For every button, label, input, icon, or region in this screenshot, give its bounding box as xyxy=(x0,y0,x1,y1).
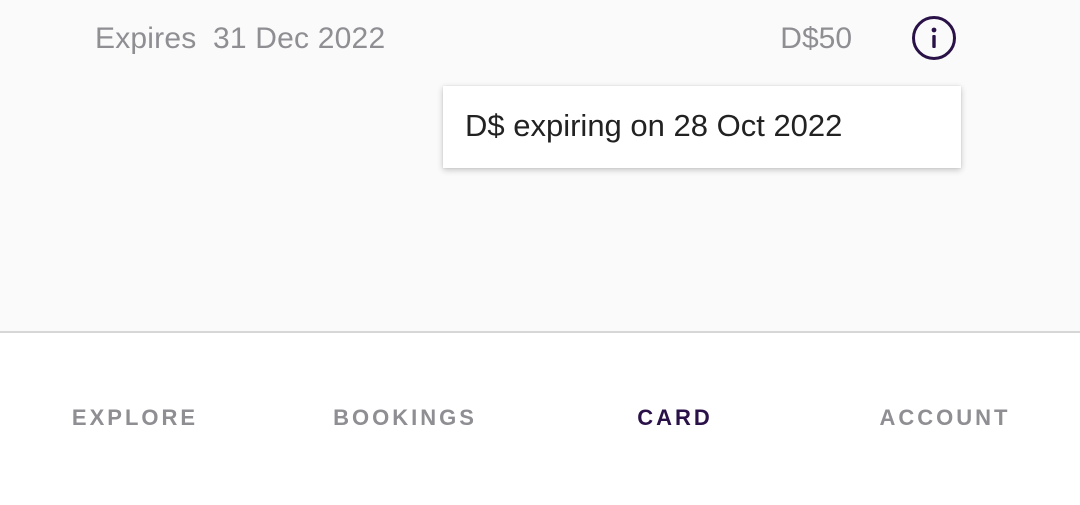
tab-card-label: CARD xyxy=(637,405,713,430)
tab-explore[interactable]: EXPLORE xyxy=(0,333,270,505)
bottom-nav: EXPLORE BOOKINGS CARD ACCOUNT xyxy=(0,333,1080,505)
tooltip-text: D$ expiring on 28 Oct 2022 xyxy=(465,108,843,143)
expires-amount: D$50 xyxy=(780,22,852,55)
tab-explore-label: EXPLORE xyxy=(71,405,199,430)
expiry-row: Expires 31 Dec 2022 D$50 xyxy=(0,0,1080,82)
tab-bookings[interactable]: BOOKINGS xyxy=(270,333,540,505)
info-icon-glyph xyxy=(931,27,937,48)
content-area: Expires 31 Dec 2022 D$50 D$ expiring on … xyxy=(0,0,1080,331)
expires-date: 31 Dec 2022 xyxy=(213,22,386,55)
screen: Expires 31 Dec 2022 D$50 D$ expiring on … xyxy=(0,0,1080,505)
expires-label: Expires xyxy=(95,22,197,55)
tab-bookings-label: BOOKINGS xyxy=(333,405,477,430)
tab-account[interactable]: ACCOUNT xyxy=(810,333,1080,505)
info-icon[interactable] xyxy=(912,16,956,60)
tab-account-label: ACCOUNT xyxy=(879,405,1011,430)
expiry-tooltip: D$ expiring on 28 Oct 2022 xyxy=(443,86,961,168)
tab-card[interactable]: CARD xyxy=(540,333,810,505)
